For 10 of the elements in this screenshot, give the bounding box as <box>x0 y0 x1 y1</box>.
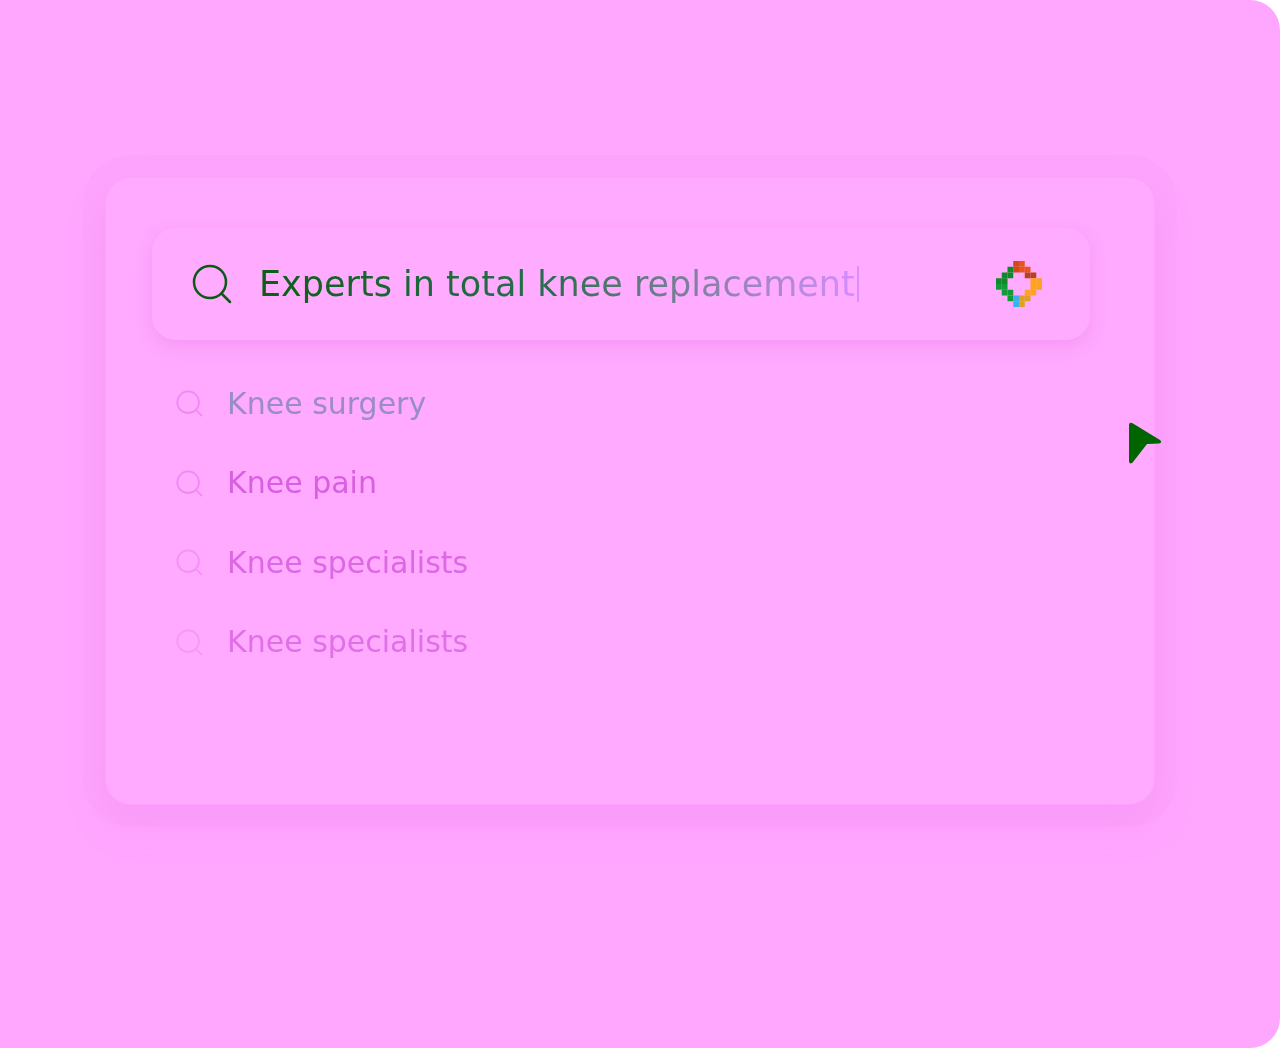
suggestion-item[interactable]: Knee surgery <box>227 383 427 424</box>
suggestion-item[interactable]: Knee specialists <box>227 542 469 583</box>
pointer-cursor-icon <box>1127 422 1162 464</box>
suggestion-item[interactable]: Knee specialists <box>227 622 469 663</box>
logo-icon <box>996 261 1042 307</box>
search-icon <box>192 264 232 304</box>
search-icon <box>176 390 203 418</box>
suggestion-item[interactable]: Knee pain <box>227 463 377 504</box>
search-icon <box>176 549 203 577</box>
search-icon <box>176 469 203 497</box>
